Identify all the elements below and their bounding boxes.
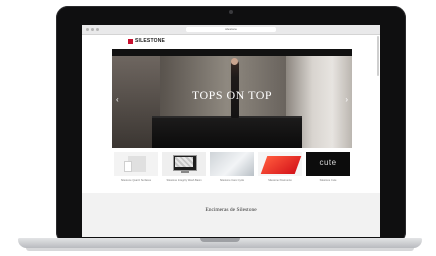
thumbnail-image[interactable] (114, 152, 158, 176)
window-controls[interactable] (86, 28, 99, 31)
thumbnail-image[interactable] (210, 152, 254, 176)
intro-section: Encimeras de Silestone (82, 193, 380, 237)
section-title: Encimeras de Silestone (205, 207, 257, 213)
thumbnail-card[interactable]: Silestone Pavimento (258, 152, 302, 182)
logo-icon[interactable] (128, 39, 133, 44)
thumbnail-label[interactable]: Silestone Care Cycle (210, 179, 254, 182)
chevron-right-icon[interactable]: › (345, 96, 348, 104)
laptop-notch (200, 238, 240, 242)
hero-banner[interactable]: TOPS ON TOP ‹ › (112, 56, 352, 148)
browser-toolbar: silestone (82, 25, 380, 35)
chevron-left-icon[interactable]: ‹ (116, 96, 119, 104)
laptop-foot (26, 248, 414, 251)
thumbnail-row: Silestone Quartz Surfaces Silestone Inte… (114, 152, 350, 186)
thumbnail-image[interactable]: cute (306, 152, 350, 176)
address-bar[interactable]: silestone (186, 27, 276, 32)
thumbnail-card[interactable]: Silestone Care Cycle (210, 152, 254, 182)
scrollbar[interactable] (377, 36, 379, 76)
thumbnail-card[interactable]: cute Silestone Cute (306, 152, 350, 182)
camera-icon (229, 10, 233, 14)
thumbnail-label[interactable]: Silestone Cute (306, 179, 350, 182)
thumbnail-card[interactable]: Silestone Quartz Surfaces (114, 152, 158, 182)
hero-title: TOPS ON TOP (191, 88, 273, 102)
thumbnail-label[interactable]: Silestone Pavimento (258, 179, 302, 182)
thumbnail-logo-text: cute (319, 158, 337, 167)
brand-logo[interactable]: SILESTONE (135, 39, 165, 44)
thumbnail-image[interactable] (258, 152, 302, 176)
screen: silestone SILESTONE TOPS ON TOP ‹ › Sile… (82, 25, 380, 237)
thumbnail-label[interactable]: Silestone Integrity Wash Basin (162, 179, 206, 182)
thumbnail-image[interactable] (162, 152, 206, 176)
site-header: SILESTONE (82, 35, 380, 49)
hero-counter (152, 118, 302, 148)
main-nav (112, 49, 352, 56)
hero-model-head (231, 58, 238, 65)
thumbnail-label[interactable]: Silestone Quartz Surfaces (114, 179, 158, 182)
thumbnail-card[interactable]: Silestone Integrity Wash Basin (162, 152, 206, 182)
